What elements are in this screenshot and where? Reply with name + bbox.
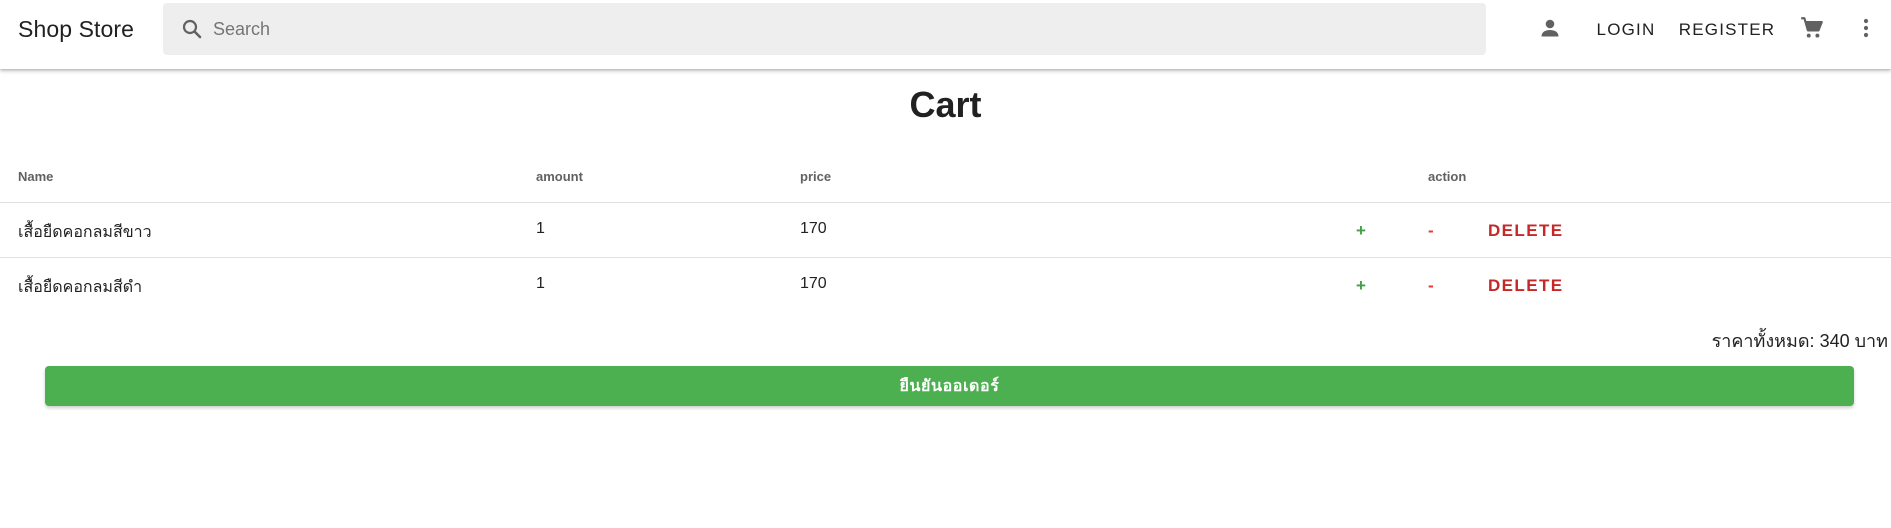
login-button[interactable]: LOGIN [1595, 14, 1657, 46]
shopping-cart-icon [1799, 15, 1825, 46]
column-header-action: action [1428, 169, 1467, 184]
account-button[interactable] [1533, 13, 1567, 47]
more-vert-icon [1862, 16, 1870, 45]
column-header-amount: amount [536, 169, 583, 184]
decrease-button[interactable]: - [1428, 273, 1435, 299]
delete-button[interactable]: DELETE [1488, 218, 1563, 244]
cart-button[interactable] [1795, 13, 1829, 47]
table-header: Name amount price action [0, 152, 1891, 203]
item-price: 170 [800, 220, 827, 237]
delete-button[interactable]: DELETE [1488, 273, 1563, 299]
confirm-order-button[interactable]: ยืนยันออเดอร์ [45, 366, 1854, 406]
more-button[interactable] [1849, 13, 1883, 47]
column-header-name: Name [18, 169, 54, 184]
search-input[interactable] [213, 9, 1473, 49]
search-icon [179, 16, 205, 42]
item-price: 170 [800, 275, 827, 292]
item-name: เสื้อยืดคอกลมสีดำ [18, 279, 143, 296]
page-title: Cart [909, 84, 982, 125]
register-button[interactable]: REGISTER [1679, 14, 1774, 46]
total-price: ราคาทั้งหมด: 340 บาท [1711, 331, 1888, 351]
increase-button[interactable]: + [1356, 273, 1367, 299]
column-header-price: price [800, 169, 832, 184]
item-name: เสื้อยืดคอกลมสีขาว [18, 224, 152, 241]
increase-button[interactable]: + [1356, 218, 1367, 244]
table-row: เสื้อยืดคอกลมสีดำ 1 170 + - DELETE [0, 258, 1891, 313]
item-amount: 1 [536, 275, 545, 292]
cart-table: Name amount price action เสื้อยืดคอกลมสี… [0, 152, 1891, 313]
item-amount: 1 [536, 220, 545, 237]
decrease-button[interactable]: - [1428, 218, 1435, 244]
table-row: เสื้อยืดคอกลมสีขาว 1 170 + - DELETE [0, 203, 1891, 258]
search-bar[interactable] [163, 3, 1486, 55]
app-bar: Shop Store LOGIN REGISTER [0, 0, 1891, 69]
brand-logo[interactable]: Shop Store [18, 16, 134, 43]
person-icon [1538, 16, 1562, 45]
